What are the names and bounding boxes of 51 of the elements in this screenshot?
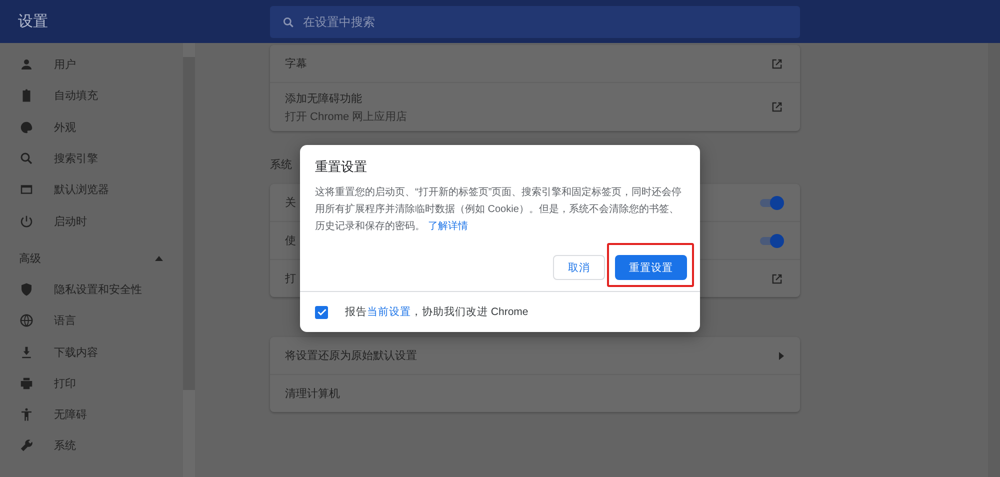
toggle-switch[interactable] (758, 196, 784, 210)
external-link-icon[interactable] (770, 100, 784, 114)
scrollbar[interactable] (988, 43, 1000, 477)
accessibility-icon (19, 407, 34, 422)
globe-icon (19, 313, 34, 328)
sidebar-item[interactable]: 默认浏览器 (0, 174, 183, 206)
search-field[interactable]: 在设置中搜索 (270, 6, 800, 38)
row-title: 清理计算机 (285, 387, 340, 401)
cancel-button[interactable]: 取消 (553, 255, 605, 280)
sidebar-item[interactable]: 下载内容 (0, 336, 183, 368)
row-title: 打 (285, 272, 296, 286)
shield-icon (19, 282, 34, 297)
section-heading: 系统 (270, 158, 292, 173)
row-title: 将设置还原为原始默认设置 (285, 349, 417, 363)
sidebar-item[interactable]: 无障碍 (0, 398, 183, 430)
sidebar-item[interactable]: 启动时 (0, 205, 183, 237)
scrollbar[interactable] (183, 43, 195, 477)
row-title: 字幕 (285, 56, 307, 71)
sidebar-item[interactable]: 外观 (0, 112, 183, 143)
row-title: 使 (285, 234, 296, 248)
palette-icon (19, 120, 34, 135)
arrow-icon[interactable] (779, 352, 784, 360)
external-link-icon[interactable] (770, 56, 784, 70)
reset-button[interactable]: 重置设置 (615, 255, 687, 280)
row-title: 关 (285, 196, 296, 210)
sidebar-item[interactable]: 自动填充 (0, 80, 183, 112)
printer-icon (19, 376, 34, 391)
person-icon (19, 57, 34, 72)
learn-more-link[interactable]: 了解详情 (428, 221, 468, 232)
dialog-title: 重置设置 (314, 158, 368, 176)
sidebar-item[interactable]: 语言 (0, 305, 183, 336)
sidebar-item[interactable]: 用户 (0, 49, 183, 80)
power-icon (19, 214, 34, 229)
sidebar-item[interactable]: 系统 (0, 430, 183, 462)
sidebar-item[interactable]: 打印 (0, 368, 183, 399)
advanced-toggle[interactable]: 高级 (0, 236, 183, 274)
download-icon (19, 344, 34, 360)
app-title: 设置 (17, 12, 49, 31)
external-link-icon[interactable] (770, 272, 784, 286)
row-title: 添加无障碍功能 (285, 92, 363, 106)
row-subtitle: 打开 Chrome 网上应用店 (285, 110, 408, 124)
wrench-icon (19, 438, 34, 454)
toggle-switch[interactable] (758, 234, 784, 248)
report-label: 报告当前设置，协助我们改进 Chrome (345, 305, 528, 319)
sidebar-item[interactable]: 搜索引擎 (0, 142, 183, 174)
dialog-message: 这将重置您的启动页、“打开新的标签页”页面、搜索引擎和固定标签页，同时还会停用所有扩展程序并清除临时数据（例如 Cookie）。但是，系统不会清除您的书签、历史记录和保存的密码。 了解详情 (314, 186, 683, 234)
search-icon (19, 151, 34, 166)
sidebar-item[interactable]: 隐私设置和安全性 (0, 274, 183, 306)
checkbox[interactable] (315, 306, 328, 318)
caret-icon (155, 255, 163, 262)
current-settings-link[interactable]: 当前设置 (367, 306, 411, 318)
